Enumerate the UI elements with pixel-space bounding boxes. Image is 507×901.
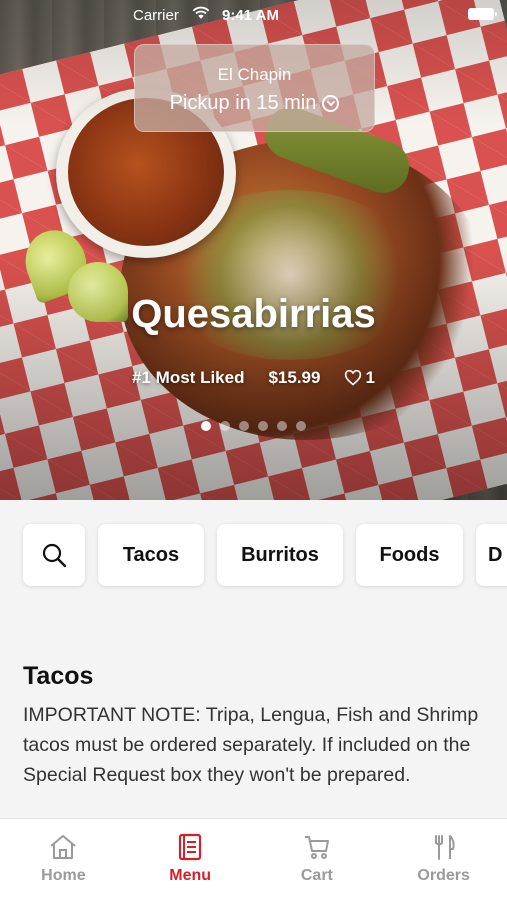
- category-tacos[interactable]: Tacos: [98, 524, 204, 586]
- carousel-dots[interactable]: [0, 421, 507, 431]
- chevron-down-icon: [322, 95, 340, 112]
- status-bar: Carrier 9:41 AM: [0, 0, 507, 30]
- category-foods[interactable]: Foods: [356, 524, 463, 586]
- tab-home[interactable]: Home: [0, 819, 127, 901]
- tab-orders-label: Orders: [417, 867, 470, 884]
- home-icon: [50, 835, 77, 859]
- section-title: Tacos: [23, 662, 94, 690]
- wifi-icon: [192, 6, 210, 19]
- carousel-dot[interactable]: [258, 421, 268, 431]
- hero-badge: #1 Most Liked: [132, 368, 245, 387]
- battery-icon: [468, 8, 497, 20]
- status-time: 9:41 AM: [222, 7, 279, 24]
- search-icon: [42, 543, 67, 568]
- hero-title: Quesabirrias: [131, 292, 376, 336]
- pickup-selector[interactable]: El Chapin Pickup in 15 min: [134, 44, 375, 132]
- tab-cart[interactable]: Cart: [254, 819, 381, 901]
- category-next[interactable]: D: [476, 524, 507, 586]
- tab-menu[interactable]: Menu: [127, 819, 254, 901]
- orders-icon: [434, 835, 455, 860]
- carrier-label: Carrier: [133, 7, 179, 24]
- cart-icon: [304, 836, 329, 859]
- tab-menu-label: Menu: [169, 867, 212, 884]
- pickup-time: Pickup in 15 min: [169, 92, 317, 114]
- section-note: IMPORTANT NOTE: Tripa, Lengua, Fish and …: [23, 704, 479, 786]
- category-burritos[interactable]: Burritos: [217, 524, 343, 586]
- store-name: El Chapin: [217, 65, 292, 84]
- hero-price: $15.99: [268, 368, 321, 387]
- search-button[interactable]: [23, 524, 85, 586]
- hero-meta: #1 Most Liked $15.99 1: [0, 368, 507, 388]
- menu-icon: [179, 833, 202, 861]
- category-bar: Tacos Burritos Foods D: [23, 524, 507, 586]
- tab-cart-label: Cart: [300, 867, 333, 884]
- hero-likes[interactable]: 1: [344, 368, 375, 388]
- tab-home-label: Home: [41, 867, 86, 884]
- tab-bar: Home Menu Cart Orders: [0, 818, 507, 901]
- hero-likes-count: 1: [365, 368, 375, 387]
- carousel-dot[interactable]: [220, 421, 230, 431]
- carousel-dot[interactable]: [296, 421, 306, 431]
- carousel-dot[interactable]: [277, 421, 287, 431]
- heart-icon: [345, 370, 362, 386]
- tab-orders[interactable]: Orders: [380, 819, 507, 901]
- carousel-dot[interactable]: [239, 421, 249, 431]
- carousel-dot[interactable]: [201, 421, 211, 431]
